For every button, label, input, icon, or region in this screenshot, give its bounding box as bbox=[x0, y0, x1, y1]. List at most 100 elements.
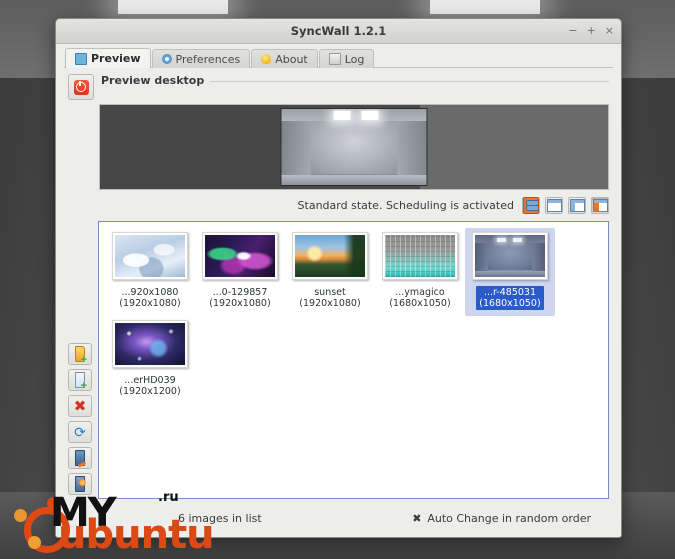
thumbnail-name: ...r-485031 bbox=[479, 287, 540, 298]
image-options-button[interactable] bbox=[68, 473, 92, 495]
tab-log-label: Log bbox=[345, 53, 365, 66]
thumbnail-frame bbox=[112, 320, 188, 368]
thumb-lamp-left bbox=[497, 238, 506, 242]
window-titlebar[interactable]: SyncWall 1.2.1 − + × bbox=[56, 19, 621, 44]
preview-tab-page: Preview desktop Standard state. Scheduli… bbox=[64, 68, 613, 537]
side-toolbar: ✖ ⟳ bbox=[68, 221, 94, 499]
syncwall-window: SyncWall 1.2.1 − + × Preview Preferences… bbox=[55, 18, 622, 538]
thumbnail-label: ...0-129857 (1920x1080) bbox=[206, 286, 273, 310]
tab-preview-label: Preview bbox=[91, 52, 141, 65]
thumbnail-resolution: (1920x1080) bbox=[119, 298, 180, 309]
thumbnail-label: ...erHD039 (1920x1200) bbox=[116, 374, 183, 398]
image-list-panel[interactable]: ...920x1080 (1920x1080) ...0-129857 (192… bbox=[98, 221, 609, 499]
list-item-selected[interactable]: ...r-485031 (1680x1050) bbox=[465, 228, 555, 316]
file-add-icon bbox=[75, 372, 85, 388]
status-text: Standard state. Scheduling is activated bbox=[298, 199, 514, 212]
sync-icon bbox=[523, 197, 539, 214]
window-controls: − + × bbox=[568, 19, 614, 43]
minimize-button[interactable]: − bbox=[568, 19, 577, 43]
preview-wallpaper-image bbox=[281, 108, 428, 186]
desktop-light-left bbox=[118, 0, 228, 14]
list-item[interactable]: ...ymagico (1680x1050) bbox=[375, 228, 465, 316]
thumbnail-resolution: (1920x1080) bbox=[299, 298, 360, 309]
preview-right-pane bbox=[420, 105, 608, 189]
view-split-button[interactable] bbox=[568, 197, 586, 214]
tab-bar: Preview Preferences About Log bbox=[56, 44, 621, 68]
gear-icon bbox=[162, 54, 172, 64]
thumbnail-name: ...920x1080 bbox=[119, 287, 180, 298]
thumbnail-frame bbox=[202, 232, 278, 280]
thumb-room-floor bbox=[475, 271, 545, 277]
remove-image-button[interactable]: ✖ bbox=[68, 395, 92, 417]
folder-add-icon bbox=[75, 346, 85, 362]
list-item[interactable]: ...erHD039 (1920x1200) bbox=[105, 316, 195, 404]
monitor-brush-icon bbox=[75, 450, 85, 466]
delete-x-icon: ✖ bbox=[74, 399, 87, 413]
lightbulb-icon bbox=[261, 54, 271, 64]
auto-change-label: Auto Change in random order bbox=[427, 512, 591, 525]
view-detail-icon bbox=[593, 199, 608, 212]
thumbnail-image bbox=[475, 235, 545, 277]
tab-preferences[interactable]: Preferences bbox=[152, 49, 251, 68]
document-icon bbox=[329, 53, 341, 65]
preview-header-row: Preview desktop bbox=[64, 68, 613, 100]
view-split-icon bbox=[570, 199, 585, 212]
preview-group-label: Preview desktop bbox=[101, 74, 204, 88]
thumbnail-frame bbox=[112, 232, 188, 280]
monitor-icon bbox=[75, 53, 87, 65]
monitor-settings-icon bbox=[75, 476, 85, 492]
thumbnail-resolution: (1680x1050) bbox=[389, 298, 450, 309]
list-item[interactable]: ...0-129857 (1920x1080) bbox=[195, 228, 285, 316]
thumbnail-frame bbox=[472, 232, 548, 280]
thumbnail-image bbox=[295, 235, 365, 277]
tab-about-label: About bbox=[275, 53, 308, 66]
thumbnail-frame bbox=[382, 232, 458, 280]
close-button[interactable]: × bbox=[605, 19, 614, 43]
thumbnail-resolution: (1920x1080) bbox=[209, 298, 270, 309]
tab-preferences-label: Preferences bbox=[176, 53, 241, 66]
preview-room-back bbox=[308, 115, 401, 174]
thumbnail-resolution: (1680x1050) bbox=[479, 298, 540, 309]
thumbnail-image bbox=[115, 323, 185, 365]
preview-lamp-left bbox=[334, 111, 351, 120]
refresh-icon: ⟳ bbox=[74, 425, 86, 439]
thumb-room-ceiling bbox=[475, 235, 545, 243]
auto-change-checkbox[interactable]: ✖ bbox=[411, 513, 422, 524]
window-bottom-padding bbox=[64, 529, 613, 537]
thumbnail-frame bbox=[292, 232, 368, 280]
power-toggle-button[interactable] bbox=[68, 74, 94, 100]
refresh-list-button[interactable]: ⟳ bbox=[68, 421, 92, 443]
view-detail-button[interactable] bbox=[591, 197, 609, 214]
thumb-lamp-right bbox=[513, 238, 522, 242]
status-bar: Standard state. Scheduling is activated bbox=[99, 197, 609, 214]
list-item[interactable]: sunset (1920x1080) bbox=[285, 228, 375, 316]
thumbnail-label: ...r-485031 (1680x1050) bbox=[476, 286, 543, 310]
preview-room-ceiling bbox=[282, 109, 427, 121]
window-title: SyncWall 1.2.1 bbox=[56, 19, 621, 43]
sync-now-button[interactable] bbox=[522, 197, 540, 214]
add-file-button[interactable] bbox=[68, 369, 92, 391]
thumbnail-name: ...0-129857 bbox=[209, 287, 270, 298]
list-item[interactable]: ...920x1080 (1920x1080) bbox=[105, 228, 195, 316]
main-area: ✖ ⟳ ...920x1080 bbox=[68, 221, 609, 499]
power-icon bbox=[74, 80, 89, 95]
thumbnail-image bbox=[385, 235, 455, 277]
thumbnail-name: ...erHD039 bbox=[119, 375, 180, 386]
group-divider bbox=[210, 81, 609, 82]
auto-change-checkbox-row[interactable]: ✖ Auto Change in random order bbox=[411, 512, 591, 525]
add-folder-button[interactable] bbox=[68, 343, 92, 365]
footer-bar: 6 images in list ✖ Auto Change in random… bbox=[68, 505, 609, 529]
tab-about[interactable]: About bbox=[251, 49, 318, 68]
desktop-light-right bbox=[430, 0, 540, 14]
thumb-room-back bbox=[486, 239, 534, 270]
set-wallpaper-button[interactable] bbox=[68, 447, 92, 469]
tab-log[interactable]: Log bbox=[319, 49, 375, 68]
preview-desktop-canvas[interactable] bbox=[99, 104, 609, 190]
preview-group-title: Preview desktop bbox=[101, 74, 609, 88]
tab-preview[interactable]: Preview bbox=[65, 48, 151, 68]
image-count-label: 6 images in list bbox=[178, 512, 262, 525]
maximize-button[interactable]: + bbox=[587, 19, 596, 43]
view-single-button[interactable] bbox=[545, 197, 563, 214]
thumbnail-label: ...ymagico (1680x1050) bbox=[386, 286, 453, 310]
preview-room-floor bbox=[282, 175, 427, 185]
